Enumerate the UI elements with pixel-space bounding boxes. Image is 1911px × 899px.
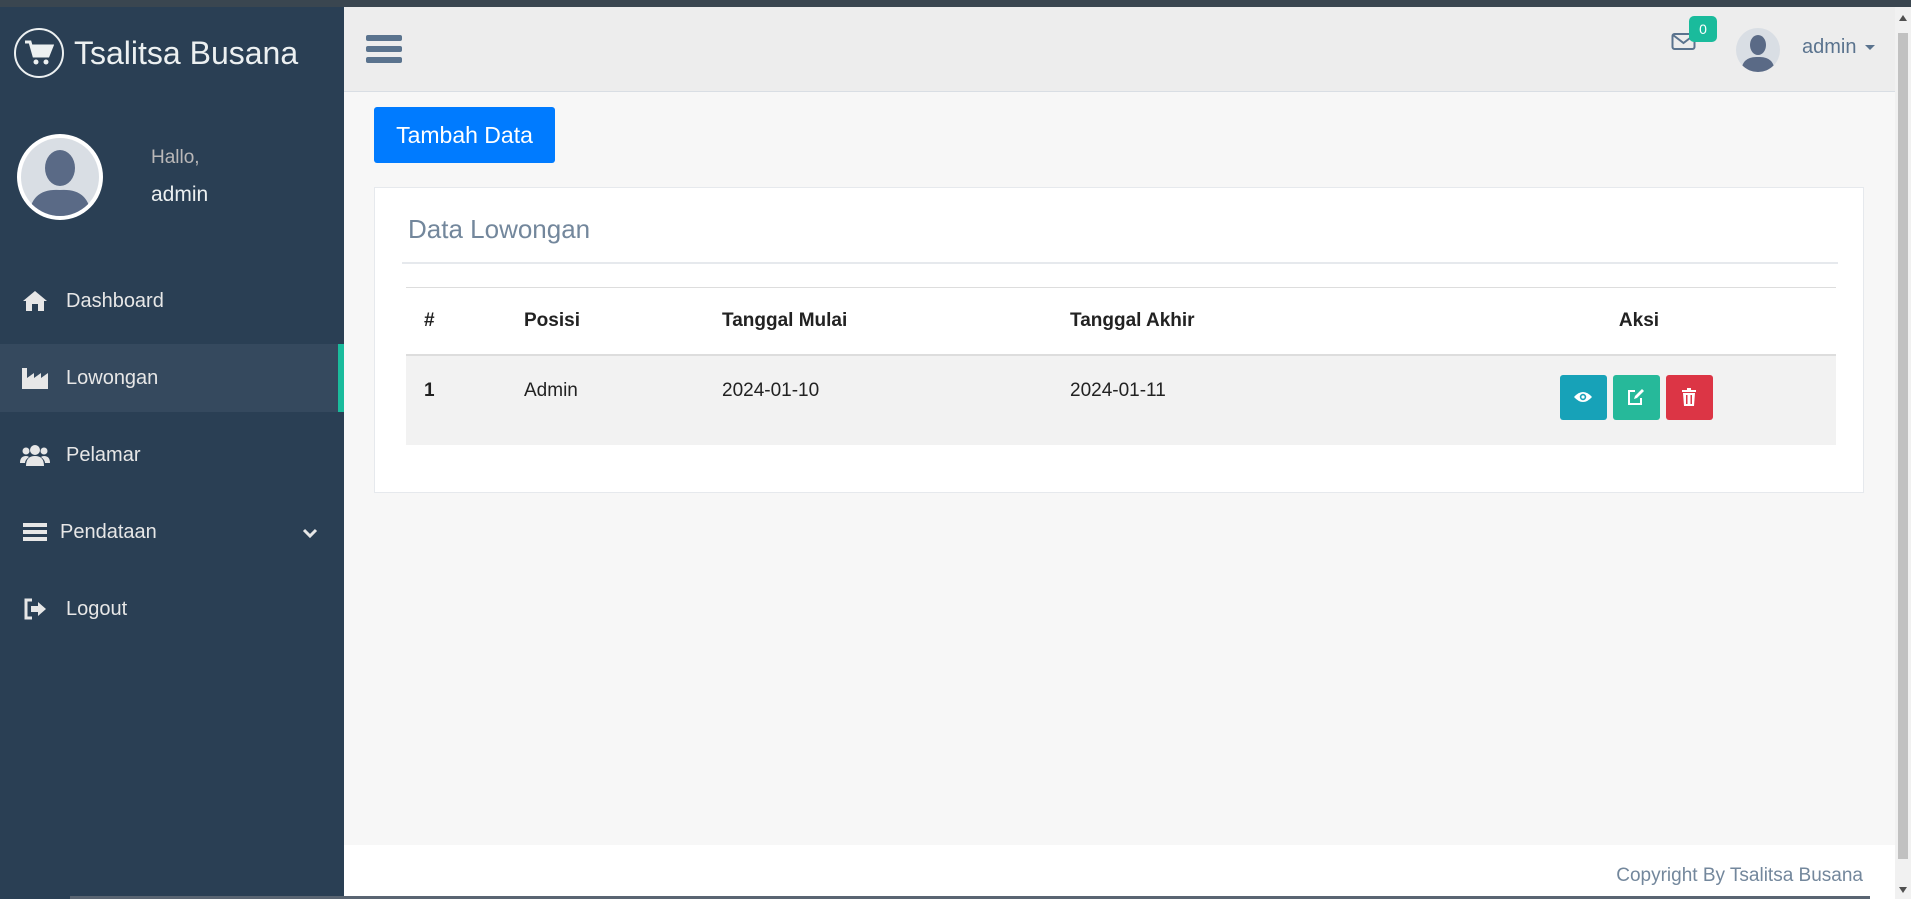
view-button[interactable] bbox=[1559, 374, 1607, 420]
shopping-cart-icon bbox=[14, 28, 64, 78]
sidebar-item-pendataan[interactable]: Pendataan bbox=[0, 498, 344, 566]
table-header: Posisi bbox=[524, 309, 580, 331]
sidebar-item-label: Dashboard bbox=[66, 289, 164, 312]
sidebar-item-label: Logout bbox=[66, 597, 128, 620]
cell-posisi: Admin bbox=[524, 379, 578, 401]
home-icon bbox=[20, 286, 50, 316]
scroll-up-icon[interactable] bbox=[1899, 15, 1907, 21]
sign-out-icon bbox=[20, 594, 50, 624]
footer: Copyright By Tsalitsa Busana bbox=[344, 845, 1895, 899]
table-header-row: # Posisi Tanggal Mulai Tanggal Akhir Aks… bbox=[406, 287, 1836, 355]
sidebar-item-lowongan[interactable]: Lowongan bbox=[0, 344, 344, 412]
window-top-strip bbox=[0, 0, 1911, 7]
sidebar-item-label: Pendataan bbox=[60, 520, 157, 543]
caret-down-icon[interactable] bbox=[1865, 45, 1875, 50]
scroll-down-icon[interactable] bbox=[1899, 887, 1907, 893]
scrollbar-thumb[interactable] bbox=[1898, 33, 1908, 859]
menu-toggle-icon[interactable] bbox=[366, 35, 402, 67]
data-panel: Data Lowongan # Posisi Tanggal Mulai Tan… bbox=[374, 187, 1864, 493]
user-dropdown[interactable]: admin bbox=[1802, 36, 1856, 59]
top-navbar: 0 admin bbox=[344, 7, 1895, 92]
sidebar-item-pelamar[interactable]: Pelamar bbox=[0, 421, 344, 489]
users-icon bbox=[20, 440, 50, 470]
vacancy-table: # Posisi Tanggal Mulai Tanggal Akhir Aks… bbox=[406, 287, 1836, 445]
chevron-down-icon bbox=[302, 522, 318, 545]
page-scrollbar[interactable] bbox=[1895, 7, 1911, 899]
sidebar-item-label: Pelamar bbox=[66, 443, 141, 466]
brand[interactable]: Tsalitsa Busana bbox=[0, 7, 344, 99]
profile-name: admin bbox=[151, 182, 209, 206]
industry-icon bbox=[20, 363, 50, 393]
trash-icon bbox=[1682, 388, 1696, 406]
copyright-text: Copyright By Tsalitsa Busana bbox=[1616, 865, 1863, 886]
mail-count-badge: 0 bbox=[1689, 16, 1717, 42]
add-data-button[interactable]: Tambah Data bbox=[374, 107, 555, 163]
edit-icon bbox=[1628, 389, 1644, 405]
cell-tanggal-akhir: 2024-01-11 bbox=[1070, 379, 1166, 401]
profile-greeting: Hallo, bbox=[151, 146, 200, 168]
table-header: Tanggal Mulai bbox=[722, 309, 848, 331]
profile: Hallo, admin bbox=[0, 99, 344, 229]
cell-tanggal-mulai: 2024-01-10 bbox=[722, 379, 820, 401]
brand-title: Tsalitsa Busana bbox=[74, 34, 299, 71]
sidebar-item-dashboard[interactable]: Dashboard bbox=[0, 267, 344, 335]
table-header: # bbox=[424, 309, 435, 331]
eye-icon bbox=[1574, 392, 1592, 402]
user-avatar[interactable] bbox=[1736, 28, 1780, 72]
table-header: Aksi bbox=[1618, 309, 1660, 331]
cell-actions bbox=[1442, 355, 1836, 445]
edit-button[interactable] bbox=[1612, 374, 1660, 420]
panel-title: Data Lowongan bbox=[408, 214, 591, 244]
sidebar: Tsalitsa Busana Hallo, admin Dashboard L… bbox=[0, 7, 344, 899]
bars-icon bbox=[20, 517, 50, 547]
delete-button[interactable] bbox=[1665, 374, 1713, 420]
divider bbox=[402, 262, 1838, 264]
sidebar-item-logout[interactable]: Logout bbox=[0, 575, 344, 643]
sidebar-item-label: Lowongan bbox=[66, 366, 159, 389]
sidebar-menu: Dashboard Lowongan Pelamar Pendataan Log… bbox=[0, 267, 344, 643]
cell-number: 1 bbox=[424, 379, 435, 401]
table-row: 1 Admin 2024-01-10 2024-01-11 bbox=[406, 354, 1836, 445]
table-header: Tanggal Akhir bbox=[1070, 309, 1195, 331]
avatar bbox=[17, 133, 103, 220]
